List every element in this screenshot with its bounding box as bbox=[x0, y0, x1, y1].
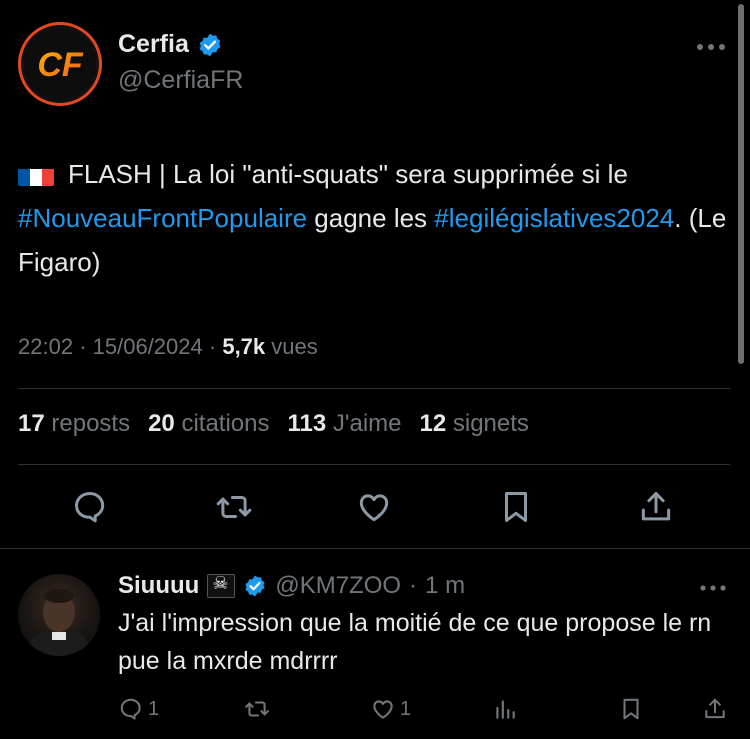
repost-icon bbox=[216, 495, 252, 519]
more-options-button[interactable] bbox=[696, 30, 726, 58]
divider bbox=[18, 388, 730, 389]
verified-badge-icon bbox=[245, 575, 265, 597]
reply-like-button[interactable]: 1 bbox=[370, 692, 411, 726]
reply-more-button[interactable] bbox=[700, 572, 726, 598]
hashtag-link[interactable]: #NouveauFrontPopulaire bbox=[18, 203, 307, 233]
reposts-stat[interactable]: 17 reposts bbox=[18, 410, 130, 438]
reply-icon bbox=[75, 492, 105, 523]
hashtag-link[interactable]: #legilégislatives2024 bbox=[434, 203, 674, 233]
separator bbox=[0, 548, 750, 549]
more-icon bbox=[700, 585, 726, 591]
reply-repost-button[interactable] bbox=[244, 692, 270, 726]
tweet-text-part: gagne les bbox=[307, 203, 435, 233]
reply-views-button[interactable] bbox=[492, 692, 518, 726]
views-label: vues bbox=[271, 334, 318, 359]
author-handle[interactable]: @CerfiaFR bbox=[118, 66, 243, 95]
cerfia-logo-icon: CF bbox=[24, 28, 96, 100]
avatar-photo bbox=[30, 589, 88, 656]
tweet-meta: 22:02 · 15/06/2024 · 5,7k vues bbox=[18, 334, 318, 359]
share-icon bbox=[641, 492, 671, 521]
reply-author-handle[interactable]: @KM7ZOO bbox=[275, 572, 401, 600]
tweet-text: FLASH | La loi "anti-squats" sera suppri… bbox=[18, 152, 730, 284]
author-name-row: Cerfia bbox=[118, 30, 223, 59]
tweet-actions bbox=[18, 482, 730, 532]
bookmark-icon bbox=[623, 698, 639, 720]
bookmarks-stat[interactable]: 12 signets bbox=[420, 410, 529, 438]
reply-count: 1 bbox=[148, 697, 160, 720]
reply-header: Siuuuu @KM7ZOO · 1 m bbox=[118, 572, 465, 600]
bookmark-button[interactable] bbox=[494, 482, 538, 532]
reply-reply-button[interactable]: 1 bbox=[118, 692, 159, 726]
pirate-flag-icon bbox=[207, 573, 236, 598]
share-icon bbox=[705, 698, 725, 719]
svg-text:CF: CF bbox=[37, 46, 84, 84]
like-icon bbox=[359, 494, 389, 522]
views-count: 5,7k bbox=[222, 334, 266, 359]
reply-text: J'ai l'impression que la moitié de ce qu… bbox=[118, 609, 712, 675]
reply-icon bbox=[120, 698, 141, 720]
author-avatar[interactable]: CF bbox=[18, 22, 102, 106]
divider bbox=[18, 464, 730, 465]
like-button[interactable] bbox=[352, 482, 396, 532]
scrollbar[interactable] bbox=[738, 4, 744, 364]
reply-author-name[interactable]: Siuuuu bbox=[118, 572, 199, 600]
author-name[interactable]: Cerfia bbox=[118, 30, 189, 59]
tweet-date[interactable]: 15/06/2024 bbox=[93, 334, 203, 359]
reply-actions: 1 1 bbox=[118, 692, 730, 726]
tweet-text-part: FLASH | La loi "anti-squats" sera suppri… bbox=[68, 159, 628, 189]
share-button[interactable] bbox=[634, 482, 678, 532]
reply-time[interactable]: 1 m bbox=[425, 572, 465, 600]
repost-icon bbox=[245, 701, 269, 717]
reply-avatar[interactable] bbox=[18, 574, 100, 656]
verified-badge-icon bbox=[199, 33, 221, 56]
reply-button[interactable] bbox=[68, 482, 112, 532]
reply-share-button[interactable] bbox=[702, 692, 728, 726]
bookmark-icon bbox=[504, 492, 528, 522]
tweet-time[interactable]: 22:02 bbox=[18, 334, 73, 359]
like-icon bbox=[373, 700, 393, 719]
views-icon bbox=[496, 700, 515, 719]
france-flag-icon bbox=[18, 162, 54, 186]
more-icon bbox=[697, 44, 725, 50]
reply-bookmark-button[interactable] bbox=[618, 692, 644, 726]
quotes-stat[interactable]: 20 citations bbox=[148, 410, 269, 438]
like-count: 1 bbox=[400, 697, 412, 720]
repost-button[interactable] bbox=[212, 482, 256, 532]
likes-stat[interactable]: 113 J'aime bbox=[288, 410, 402, 438]
tweet-stats: 17 reposts 20 citations 113 J'aime 12 si… bbox=[18, 410, 529, 438]
